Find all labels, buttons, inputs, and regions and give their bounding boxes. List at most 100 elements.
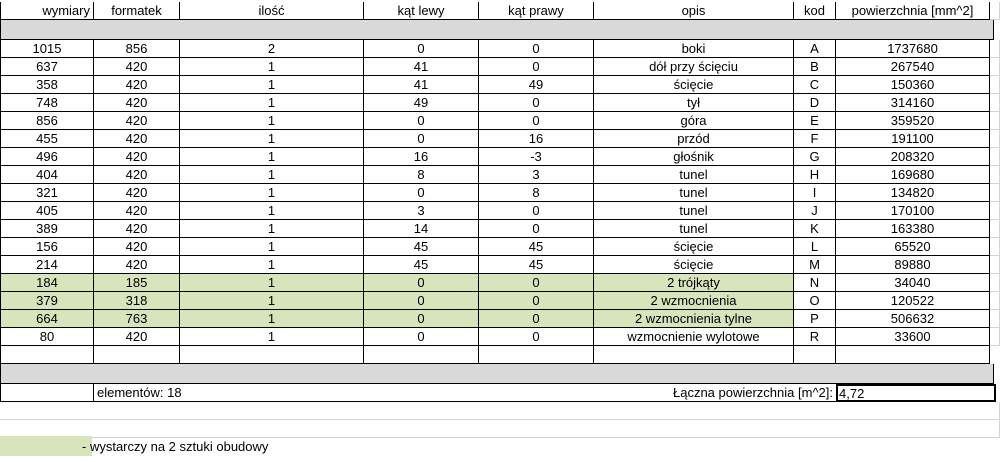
cell-ilosc[interactable]: 1 [180, 274, 364, 292]
cell-opis[interactable]: 2 trójkąty [594, 274, 794, 292]
cell-ilosc[interactable]: 1 [180, 76, 364, 94]
cell-opis[interactable]: głośnik [594, 148, 794, 166]
cell-wymiary[interactable]: 156 [0, 238, 94, 256]
cell-ilosc[interactable]: 1 [180, 112, 364, 130]
cell-ilosc[interactable]: 1 [180, 202, 364, 220]
empty-cell[interactable] [990, 112, 1000, 130]
cell-wymiary[interactable]: 214 [0, 256, 94, 274]
cell-formatek[interactable]: 420 [94, 166, 180, 184]
empty-cell[interactable] [990, 220, 1000, 238]
empty-cell[interactable] [836, 346, 990, 364]
cell-wymiary[interactable]: 405 [0, 202, 94, 220]
empty-cell[interactable] [479, 346, 594, 364]
column-header-kat_prawy[interactable]: kąt prawy [479, 2, 594, 20]
cell-wymiary[interactable]: 389 [0, 220, 94, 238]
empty-cell[interactable] [990, 166, 1000, 184]
cell-kod[interactable]: C [794, 76, 836, 94]
empty-cell[interactable] [94, 346, 180, 364]
cell-kat_lewy[interactable]: 0 [364, 328, 479, 346]
empty-cell[interactable] [794, 346, 836, 364]
cell-opis[interactable]: ścięcie [594, 238, 794, 256]
cell-formatek[interactable]: 420 [94, 256, 180, 274]
cell-ilosc[interactable]: 1 [180, 184, 364, 202]
cell-wymiary[interactable]: 637 [0, 58, 94, 76]
cell-kat_lewy[interactable]: 41 [364, 58, 479, 76]
empty-cell[interactable] [990, 256, 1000, 274]
cell-kod[interactable]: P [794, 310, 836, 328]
cell-kat_lewy[interactable]: 0 [364, 40, 479, 58]
cell-kat_lewy[interactable]: 0 [364, 130, 479, 148]
cell-kat_prawy[interactable]: 0 [479, 328, 594, 346]
cell-kat_lewy[interactable]: 14 [364, 220, 479, 238]
cell-kat_lewy[interactable]: 16 [364, 148, 479, 166]
empty-cell[interactable] [990, 2, 1000, 20]
cell-formatek[interactable]: 420 [94, 184, 180, 202]
empty-cell[interactable] [990, 58, 1000, 76]
cell-powierzchnia[interactable]: 170100 [836, 202, 990, 220]
cell-kat_prawy[interactable]: 0 [479, 220, 594, 238]
cell-ilosc[interactable]: 1 [180, 130, 364, 148]
cell-kod[interactable]: R [794, 328, 836, 346]
cell-powierzchnia[interactable]: 34040 [836, 274, 990, 292]
cell-powierzchnia[interactable]: 89880 [836, 256, 990, 274]
cell-wymiary[interactable]: 1015 [0, 40, 94, 58]
cell-kod[interactable]: G [794, 148, 836, 166]
cell-formatek[interactable]: 420 [94, 238, 180, 256]
cell-ilosc[interactable]: 1 [180, 148, 364, 166]
cell-formatek[interactable]: 420 [94, 94, 180, 112]
cell-powierzchnia[interactable]: 1737680 [836, 40, 990, 58]
cell-kat_prawy[interactable]: 0 [479, 310, 594, 328]
empty-cell[interactable] [990, 76, 1000, 94]
cell-wymiary[interactable]: 80 [0, 328, 94, 346]
column-header-kat_lewy[interactable]: kąt lewy [364, 2, 479, 20]
cell-kod[interactable]: E [794, 112, 836, 130]
cell-kod[interactable]: A [794, 40, 836, 58]
cell-powierzchnia[interactable]: 169680 [836, 166, 990, 184]
cell-wymiary[interactable]: 358 [0, 76, 94, 94]
cell-powierzchnia[interactable]: 506632 [836, 310, 990, 328]
cell-kod[interactable]: I [794, 184, 836, 202]
cell-ilosc[interactable]: 1 [180, 310, 364, 328]
cell-kat_prawy[interactable]: 49 [479, 76, 594, 94]
empty-cell[interactable] [990, 130, 1000, 148]
gray-band-cell[interactable] [0, 20, 994, 40]
cell-formatek[interactable]: 856 [94, 40, 180, 58]
empty-cell[interactable] [594, 346, 794, 364]
cell-kod[interactable]: B [794, 58, 836, 76]
cell-kat_prawy[interactable]: 0 [479, 58, 594, 76]
cell-kat_lewy[interactable]: 49 [364, 94, 479, 112]
cell-kod[interactable]: K [794, 220, 836, 238]
cell-kod[interactable]: H [794, 166, 836, 184]
empty-cell[interactable] [990, 310, 1000, 328]
cell-opis[interactable]: ścięcie [594, 256, 794, 274]
cell-opis[interactable]: góra [594, 112, 794, 130]
cell-kat_lewy[interactable]: 0 [364, 292, 479, 310]
cell-opis[interactable]: tunel [594, 184, 794, 202]
cell-kat_prawy[interactable]: 0 [479, 112, 594, 130]
cell-kod[interactable]: F [794, 130, 836, 148]
cell-opis[interactable]: 2 wzmocnienia [594, 292, 794, 310]
cell-kat_lewy[interactable]: 3 [364, 202, 479, 220]
cell-formatek[interactable]: 420 [94, 220, 180, 238]
empty-cell[interactable] [990, 274, 1000, 292]
cell-kod[interactable]: O [794, 292, 836, 310]
cell-kod[interactable]: L [794, 238, 836, 256]
cell-opis[interactable]: tunel [594, 202, 794, 220]
cell-powierzchnia[interactable]: 134820 [836, 184, 990, 202]
column-header-wymiary[interactable]: wymiary [0, 2, 94, 20]
cell-powierzchnia[interactable]: 314160 [836, 94, 990, 112]
cell-wymiary[interactable]: 496 [0, 148, 94, 166]
cell-formatek[interactable]: 763 [94, 310, 180, 328]
cell-formatek[interactable]: 420 [94, 76, 180, 94]
cell-ilosc[interactable]: 2 [180, 40, 364, 58]
cell-kat_prawy[interactable]: 45 [479, 238, 594, 256]
cell-formatek[interactable]: 318 [94, 292, 180, 310]
column-header-kod[interactable]: kod [794, 2, 836, 20]
cell-wymiary[interactable]: 455 [0, 130, 94, 148]
cell-ilosc[interactable]: 1 [180, 292, 364, 310]
empty-cell[interactable] [990, 202, 1000, 220]
cell-formatek[interactable]: 420 [94, 148, 180, 166]
cell-ilosc[interactable]: 1 [180, 94, 364, 112]
cell-kat_lewy[interactable]: 45 [364, 256, 479, 274]
cell-ilosc[interactable]: 1 [180, 328, 364, 346]
